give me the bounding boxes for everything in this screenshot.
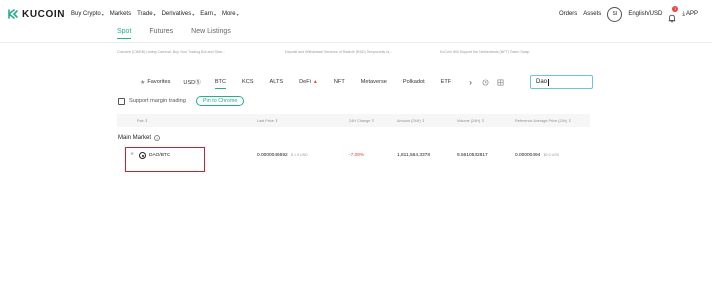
margin-trading-label: Support margin trading [129,98,186,104]
star-icon: ★ [140,79,146,86]
announcement-link[interactable]: Coinweb (CWEB) Listing Carnival: Buy You… [117,50,225,54]
nav-markets-label: Markets [109,11,132,17]
pin-to-chrome-button[interactable]: Pin to Chrome [195,96,245,106]
tab-defi-label: DeFi [299,79,311,85]
ref-price-usd: $2.0 USD [543,153,560,157]
brand-name: KUCOIN [22,8,66,20]
chevron-down-icon: ▾ [213,11,216,17]
chevron-down-icon: ▾ [101,11,104,17]
category-tabs: ★ Favorites USDⓈ BTC KCS ALTS DeFi ▲ NFT… [140,77,504,89]
table-header: Pair ⇕ Last Price ⇕ 24H Change ⇕ Amount … [117,114,590,127]
last-price-usd: $ 1.9 USD [291,153,308,157]
chevron-down-icon: ▾ [192,11,195,17]
bell-icon [669,14,676,22]
announcement-link[interactable]: Deposit and Withdrawal Services of Radic… [285,50,392,54]
grid-icon [497,79,504,85]
notification-count-badge: 1 [672,5,679,12]
tab-alts[interactable]: ALTS [270,79,284,85]
tab-kcs[interactable]: KCS [242,79,254,85]
nav-trade-label: Trade [137,11,153,17]
tab-polkadot[interactable]: Polkadot [403,79,425,85]
tab-usds[interactable]: USDⓈ [183,78,200,86]
tabs-divider [0,42,712,43]
nav-buy-crypto[interactable]: Buy Crypto ▾ [71,11,104,17]
main-market-label: Main Market [118,135,152,141]
tab-etf[interactable]: ETF [441,79,452,85]
clock-icon [482,79,489,85]
main-nav: Buy Crypto ▾ Markets Trade ▾ Derivatives ▾ … [71,11,239,17]
nav-more[interactable]: More ▾ [222,11,239,17]
change-cell: -7.09% [349,153,365,158]
column-header-24h-change[interactable]: 24H Change ⇕ [349,118,375,123]
avatar[interactable]: SI [607,6,623,22]
nav-derivatives-label: Derivatives [161,11,192,17]
language-currency-selector[interactable]: English/USD [628,11,662,17]
margin-filter-row: Support margin trading Pin to Chrome [118,96,245,106]
top-navbar: KUCOIN Buy Crypto ▾ Markets Trade ▾ Deriva… [0,0,712,28]
nav-derivatives[interactable]: Derivatives ▾ [162,11,195,17]
nav-earn[interactable]: Earn ▾ [200,11,216,17]
column-header-amount[interactable]: Amount (24H) ⇕ [397,118,425,123]
last-price-value: 0.0000046592 [257,153,288,158]
tab-defi[interactable]: DeFi ▲ [299,79,318,85]
last-price-cell: 0.0000046592 $ 1.9 USD [257,153,308,158]
margin-trading-checkbox[interactable] [118,97,125,105]
orders-link[interactable]: Orders [559,11,577,17]
ref-price-value: 0.00000494 [515,153,541,158]
tab-new-listings[interactable]: New Listings [191,28,231,39]
market-type-tabs: Spot Futures New Listings [117,28,231,42]
announcement-link[interactable]: KuCoin Will Support the Netherlands (NFT… [440,50,529,54]
tab-favorites-label: Favorites [147,79,171,85]
notification-bell[interactable]: 1 [668,5,679,22]
right-nav: Orders Assets SI English/USD 1 ⤓ APP [559,0,698,28]
tab-futures[interactable]: Futures [149,28,173,39]
chevron-down-icon: ▾ [236,11,239,17]
tab-metaverse[interactable]: Metaverse [361,79,387,85]
download-icon: ⤓ [682,10,685,17]
column-header-volume[interactable]: Volume (24H) ⇕ [457,118,484,123]
column-header-last-price[interactable]: Last Price ⇕ [257,118,278,123]
help-icon[interactable]: ? [154,135,161,141]
column-header-pair[interactable]: Pair ⇕ [137,118,148,123]
chevron-down-icon: ▾ [153,11,156,17]
nav-trade[interactable]: Trade ▾ [137,11,155,17]
main-market-section-title: Main Market ? [118,135,161,141]
nav-more-label: More [221,11,236,17]
search-input[interactable]: Dao [530,75,593,89]
nav-earn-label: Earn [200,11,213,17]
highlight-box [125,147,205,172]
tab-nft[interactable]: NFT [334,79,345,85]
kucoin-logo[interactable]: KUCOIN [8,9,65,20]
amount-cell: 1,811,564.3378 [397,153,430,158]
app-download-link[interactable]: ⤓ APP [682,11,698,18]
nav-markets[interactable]: Markets [110,11,131,17]
history-icon[interactable] [482,79,489,86]
tab-favorites[interactable]: ★ Favorites [140,79,170,86]
assets-link[interactable]: Assets [583,11,601,17]
nav-buy-crypto-label: Buy Crypto [71,11,101,17]
volume-cell: 8.5610532817 [457,153,488,158]
kucoin-logo-icon [8,9,18,19]
tab-spot[interactable]: Spot [117,28,132,39]
ref-price-cell: 0.00000494 $2.0 USD [515,153,559,158]
grid-view-icon[interactable] [497,79,504,86]
tab-btc[interactable]: BTC [214,79,227,89]
app-label: APP [685,11,698,17]
column-header-ref-price[interactable]: Reference Average Price (24h) ⇕ [515,118,571,123]
fire-icon: ▲ [312,79,318,85]
category-next-arrow[interactable]: › [469,78,472,87]
